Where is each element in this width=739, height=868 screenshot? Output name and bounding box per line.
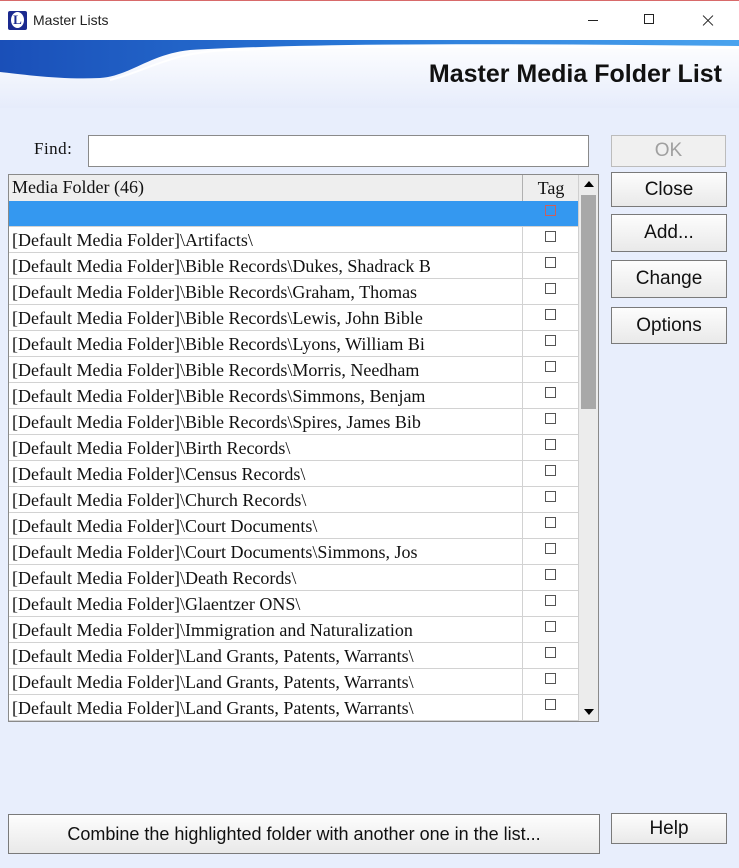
media-folder-list[interactable]: Media Folder (46) Tag [Default Media Fol… <box>8 174 599 722</box>
folder-name: [Default Media Folder]\Immigration and N… <box>12 620 413 640</box>
folder-name: [Default Media Folder]\Church Records\ <box>12 490 307 510</box>
change-button[interactable]: Change <box>611 260 727 298</box>
app-logo-icon: L <box>8 11 27 30</box>
column-header-media-folder[interactable]: Media Folder (46) <box>12 177 144 198</box>
list-row[interactable]: [Default Media Folder]\Land Grants, Pate… <box>9 669 578 695</box>
folder-name: [Default Media Folder]\Census Records\ <box>12 464 306 484</box>
folder-name: [Default Media Folder]\Land Grants, Pate… <box>12 698 414 718</box>
column-header-tag[interactable]: Tag <box>522 175 579 201</box>
list-row[interactable]: [Default Media Folder]\Bible Records\Gra… <box>9 279 578 305</box>
list-row[interactable]: [Default Media Folder]\Bible Records\Spi… <box>9 409 578 435</box>
tag-checkbox[interactable] <box>545 699 556 710</box>
tag-checkbox[interactable] <box>545 647 556 658</box>
folder-name: [Default Media Folder]\Birth Records\ <box>12 438 291 458</box>
tag-checkbox[interactable] <box>545 491 556 502</box>
folder-name: [Default Media Folder]\Bible Records\Lew… <box>12 308 423 328</box>
find-input[interactable] <box>88 135 589 167</box>
list-row[interactable]: [Default Media Folder]\Land Grants, Pate… <box>9 643 578 669</box>
folder-name: [Default Media Folder]\Bible Records\Duk… <box>12 256 431 276</box>
scroll-up-arrow-icon[interactable] <box>579 175 598 193</box>
tag-checkbox[interactable] <box>545 387 556 398</box>
tag-checkbox[interactable] <box>545 595 556 606</box>
folder-name: [Default Media Folder]\Bible Records\Gra… <box>12 282 418 302</box>
folder-name: [Default Media Folder]\Bible Records\Spi… <box>12 412 421 432</box>
folder-name: [Default Media Folder]\Bible Records\Mor… <box>12 360 420 380</box>
scroll-down-arrow-icon[interactable] <box>579 703 598 721</box>
list-row[interactable]: [Default Media Folder]\Immigration and N… <box>9 617 578 643</box>
list-row[interactable]: [Default Media Folder]\Bible Records\Mor… <box>9 357 578 383</box>
list-rows: [Default Media Folder]\Artifacts\ [Defau… <box>9 201 578 721</box>
list-row[interactable]: [Default Media Folder]\Census Records\ <box>9 461 578 487</box>
tag-checkbox[interactable] <box>545 517 556 528</box>
minimize-icon[interactable] <box>570 1 616 39</box>
list-row[interactable]: [Default Media Folder]\Court Documents\S… <box>9 539 578 565</box>
tag-checkbox[interactable] <box>545 543 556 554</box>
folder-name: [Default Media Folder]\Land Grants, Pate… <box>12 646 414 666</box>
scroll-thumb[interactable] <box>581 195 596 409</box>
title-bar: L Master Lists <box>0 0 739 40</box>
list-header: Media Folder (46) Tag <box>9 175 578 202</box>
list-row[interactable]: [Default Media Folder]\Bible Records\Lyo… <box>9 331 578 357</box>
maximize-icon[interactable] <box>626 1 672 39</box>
tag-checkbox[interactable] <box>545 361 556 372</box>
tag-checkbox[interactable] <box>545 569 556 580</box>
folder-name: [Default Media Folder]\Glaentzer ONS\ <box>12 594 301 614</box>
tag-checkbox[interactable] <box>545 205 556 216</box>
help-button[interactable]: Help <box>611 813 727 844</box>
list-row[interactable]: [Default Media Folder]\Bible Records\Sim… <box>9 383 578 409</box>
folder-name: [Default Media Folder]\Bible Records\Sim… <box>12 386 426 406</box>
folder-name: [Default Media Folder]\Land Grants, Pate… <box>12 672 414 692</box>
list-row[interactable]: [Default Media Folder]\Church Records\ <box>9 487 578 513</box>
list-row[interactable]: [Default Media Folder]\Birth Records\ <box>9 435 578 461</box>
tag-checkbox[interactable] <box>545 231 556 242</box>
ok-button[interactable]: OK <box>611 135 726 167</box>
add-button[interactable]: Add... <box>611 214 727 252</box>
tag-checkbox[interactable] <box>545 413 556 424</box>
tag-checkbox[interactable] <box>545 673 556 684</box>
folder-name: [Default Media Folder]\Court Documents\ <box>12 516 318 536</box>
list-row[interactable]: [Default Media Folder]\Land Grants, Pate… <box>9 695 578 721</box>
close-window-icon[interactable] <box>684 1 730 39</box>
list-row[interactable]: [Default Media Folder]\Glaentzer ONS\ <box>9 591 578 617</box>
folder-name: [Default Media Folder]\Bible Records\Lyo… <box>12 334 425 354</box>
window-title: Master Lists <box>33 12 109 28</box>
list-row[interactable]: [Default Media Folder]\Bible Records\Duk… <box>9 253 578 279</box>
page-title: Master Media Folder List <box>428 60 722 88</box>
folder-name: [Default Media Folder]\Death Records\ <box>12 568 297 588</box>
combine-button[interactable]: Combine the highlighted folder with anot… <box>8 814 600 854</box>
tag-checkbox[interactable] <box>545 465 556 476</box>
folder-name: [Default Media Folder]\Artifacts\ <box>12 230 253 250</box>
tag-checkbox[interactable] <box>545 439 556 450</box>
find-label: Find: <box>34 139 73 158</box>
tag-checkbox[interactable] <box>545 621 556 632</box>
list-scrollbar[interactable] <box>578 175 598 721</box>
close-button[interactable]: Close <box>611 172 727 207</box>
list-row[interactable] <box>9 201 578 227</box>
folder-name: [Default Media Folder]\Court Documents\S… <box>12 542 418 562</box>
list-row[interactable]: [Default Media Folder]\Bible Records\Lew… <box>9 305 578 331</box>
list-row[interactable]: [Default Media Folder]\Artifacts\ <box>9 227 578 253</box>
tag-checkbox[interactable] <box>545 283 556 294</box>
tag-checkbox[interactable] <box>545 335 556 346</box>
options-button[interactable]: Options <box>611 307 727 344</box>
list-row[interactable]: [Default Media Folder]\Court Documents\ <box>9 513 578 539</box>
tag-checkbox[interactable] <box>545 309 556 320</box>
tag-checkbox[interactable] <box>545 257 556 268</box>
list-row[interactable]: [Default Media Folder]\Death Records\ <box>9 565 578 591</box>
